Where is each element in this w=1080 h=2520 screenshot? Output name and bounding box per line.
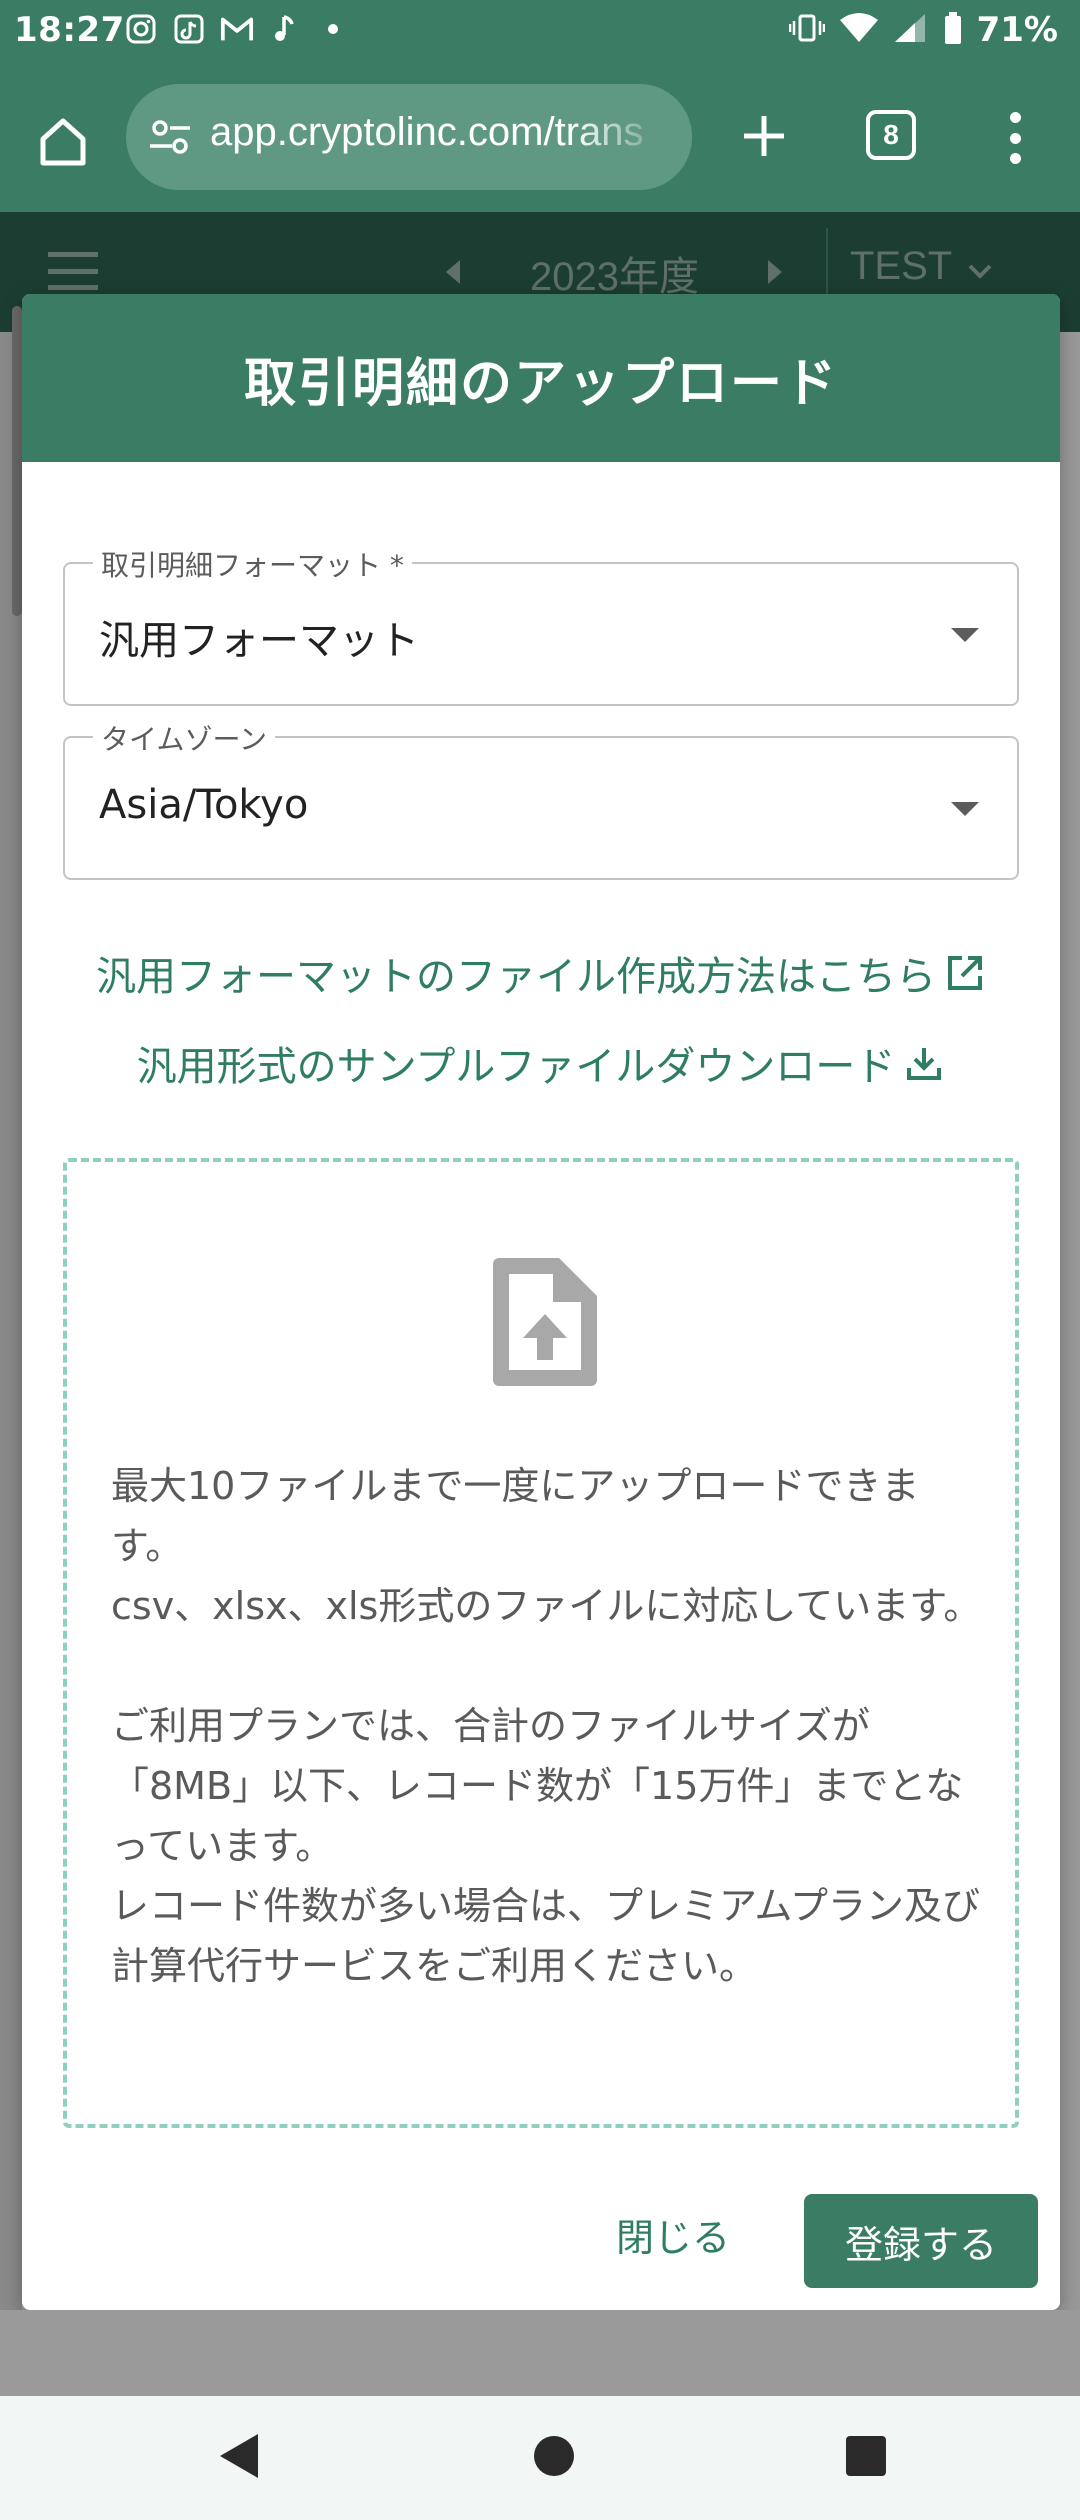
chevron-down-icon (968, 264, 992, 279)
upload-dialog: 取引明細のアップロード 取引明細フォーマット * 汎用フォーマット タイムゾーン… (22, 294, 1060, 2310)
system-navigation-bar (0, 2396, 1080, 2520)
project-selector[interactable]: TEST (850, 244, 952, 289)
dialog-title: 取引明細のアップロード (243, 353, 838, 414)
external-link-icon (948, 956, 982, 990)
dropzone-instructions: 最大10ファイルまで一度にアップロードできます。 csv、xlsx、xls形式の… (111, 1464, 982, 1988)
browser-toolbar: app.cryptolinc.com/trans 8 (0, 62, 1080, 212)
format-select[interactable]: 取引明細フォーマット * 汎用フォーマット (63, 544, 1019, 706)
how-to-link[interactable]: 汎用フォーマットのファイル作成方法はこちら (22, 944, 1060, 1002)
previous-year-icon[interactable] (446, 260, 460, 284)
next-year-icon[interactable] (768, 260, 782, 284)
sample-download-link-text: 汎用形式のサンプルファイルダウンロード (136, 1044, 896, 1090)
page-scrollbar[interactable] (12, 306, 22, 616)
notification-icons (124, 12, 350, 46)
battery-percent: 71% (976, 10, 1058, 50)
hamburger-menu-icon[interactable] (48, 252, 98, 290)
signal-icon (893, 12, 929, 48)
home-circle-icon[interactable] (534, 2436, 574, 2476)
format-select-label: 取引明細フォーマット * (93, 544, 412, 584)
gmail-icon (220, 12, 254, 46)
dropdown-arrow-icon (951, 802, 979, 816)
system-icons: 71% (788, 10, 1058, 50)
tab-switcher-button[interactable]: 8 (866, 110, 916, 160)
dropdown-arrow-icon (951, 628, 979, 642)
sample-download-link[interactable]: 汎用形式のサンプルファイルダウンロード (22, 1034, 1060, 1092)
how-to-link-text: 汎用フォーマットのファイル作成方法はこちら (96, 954, 936, 1000)
browser-chrome: 18:27 71% app.cryptolinc.com/trans 8 (0, 0, 1080, 212)
dot-icon (316, 12, 350, 46)
tiktok-icon (172, 12, 206, 46)
menu-dot (1009, 153, 1021, 164)
menu-dot (1009, 132, 1021, 144)
background-overlay-bottom (0, 2310, 1080, 2396)
submit-button[interactable]: 登録する (804, 2194, 1038, 2288)
instagram-icon (124, 12, 158, 46)
close-button[interactable]: 閉じる (598, 2194, 748, 2274)
dialog-header: 取引明細のアップロード (22, 294, 1060, 462)
battery-icon (943, 11, 963, 49)
menu-dot (1009, 112, 1021, 123)
site-settings-icon[interactable] (146, 112, 196, 162)
browser-menu-button[interactable] (990, 106, 1040, 170)
file-upload-icon (493, 1258, 597, 1386)
url-fade (572, 84, 692, 190)
format-select-value: 汎用フォーマット (99, 618, 419, 664)
plus-icon (744, 116, 784, 156)
url-bar[interactable]: app.cryptolinc.com/trans (126, 84, 692, 190)
timezone-select[interactable]: タイムゾーン Asia/Tokyo (63, 718, 1019, 880)
file-dropzone[interactable]: 最大10ファイルまで一度にアップロードできます。 csv、xlsx、xls形式の… (63, 1158, 1019, 2128)
background-overlay (0, 332, 22, 2390)
status-time: 18:27 (14, 10, 125, 50)
home-button[interactable] (28, 106, 98, 176)
home-icon (40, 118, 86, 166)
timezone-select-value: Asia/Tokyo (99, 782, 309, 828)
back-icon[interactable] (220, 2434, 258, 2478)
new-tab-button[interactable] (732, 104, 796, 168)
wifi-icon (839, 12, 879, 48)
status-bar: 18:27 71% (0, 0, 1080, 62)
vibrate-icon (788, 12, 825, 48)
download-icon (907, 1048, 942, 1080)
recent-apps-icon[interactable] (846, 2436, 886, 2476)
music-icon (268, 12, 302, 46)
timezone-select-label: タイムゾーン (93, 718, 276, 758)
